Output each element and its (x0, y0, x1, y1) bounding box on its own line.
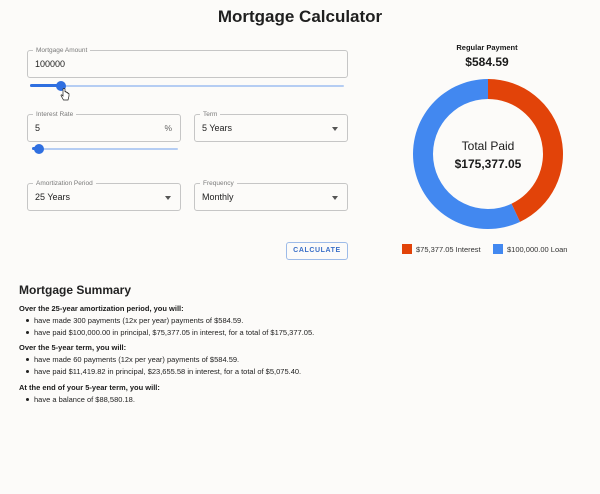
payment-donut-chart (413, 79, 563, 229)
amortization-summary-heading: Over the 25-year amortization period, yo… (19, 304, 184, 313)
chevron-down-icon (332, 196, 338, 200)
slider-track (30, 85, 344, 87)
amortization-select[interactable]: Amortization Period 25 Years (27, 179, 181, 211)
bullet-dot (26, 369, 29, 373)
regular-payment-label: Regular Payment (456, 43, 518, 52)
chevron-down-icon (165, 196, 171, 200)
term-summary-heading: Over the 5-year term, you will: (19, 343, 127, 352)
legend-label-interest: $75,377.05 Interest (416, 245, 481, 254)
list-item: have paid $100,000.00 in principal, $75,… (26, 328, 314, 337)
legend-label-loan: $100,000.00 Loan (507, 245, 568, 254)
list-item-text: have a balance of $88,580.18. (34, 395, 135, 404)
amortization-value: 25 Years (35, 192, 71, 202)
mortgage-amount-value: 100000 (35, 59, 66, 69)
frequency-label: Frequency (200, 179, 237, 188)
percent-suffix: % (164, 123, 172, 133)
page-title: Mortgage Calculator (217, 7, 383, 26)
calculate-button[interactable]: CALCULATE (286, 242, 348, 260)
interest-rate-label: Interest Rate (33, 110, 77, 119)
amortization-label: Amortization Period (33, 179, 96, 188)
list-item: have made 300 payments (12x per year) pa… (26, 316, 243, 325)
frequency-value: Monthly (202, 192, 234, 202)
summary-title: Mortgage Summary (19, 283, 132, 297)
legend-swatch-interest (402, 244, 412, 254)
list-item-text: have paid $11,419.82 in principal, $23,6… (34, 367, 302, 376)
chevron-down-icon (332, 127, 338, 131)
interest-rate-slider[interactable] (32, 143, 178, 155)
frequency-select[interactable]: Frequency Monthly (194, 179, 348, 211)
mortgage-amount-slider[interactable] (30, 80, 344, 92)
legend-item-loan: $100,000.00 Loan (493, 243, 583, 255)
regular-payment-value: $584.59 (465, 55, 509, 69)
list-item-text: have made 300 payments (12x per year) pa… (34, 316, 244, 325)
list-item-text: have made 60 payments (12x per year) pay… (34, 355, 240, 364)
list-item: have paid $11,419.82 in principal, $23,6… (26, 367, 301, 376)
term-label: Term (200, 110, 221, 119)
legend-item-interest: $75,377.05 Interest (402, 243, 492, 255)
donut-slice-loan (413, 79, 521, 229)
end-of-term-heading: At the end of your 5-year term, you will… (19, 383, 160, 392)
interest-rate-field[interactable]: Interest Rate 5 % (27, 110, 181, 142)
list-item: have a balance of $88,580.18. (26, 395, 135, 404)
term-value: 5 Years (202, 123, 233, 133)
mortgage-amount-label: Mortgage Amount (33, 46, 91, 55)
term-select[interactable]: Term 5 Years (194, 110, 348, 142)
hand-cursor-icon (60, 88, 70, 101)
interest-rate-value: 5 (35, 123, 41, 133)
bullet-dot (26, 330, 29, 334)
list-item: have made 60 payments (12x per year) pay… (26, 355, 239, 364)
slider-track (32, 148, 178, 150)
bullet-dot (26, 397, 29, 401)
bullet-dot (26, 318, 29, 322)
mortgage-amount-field[interactable]: Mortgage Amount 100000 (27, 46, 348, 78)
slider-thumb[interactable] (34, 144, 45, 154)
legend-swatch-loan (493, 244, 503, 254)
total-paid-label: Total Paid (461, 139, 515, 153)
bullet-dot (26, 357, 29, 361)
list-item-text: have paid $100,000.00 in principal, $75,… (34, 328, 315, 337)
total-paid-value: $175,377.05 (454, 157, 522, 171)
